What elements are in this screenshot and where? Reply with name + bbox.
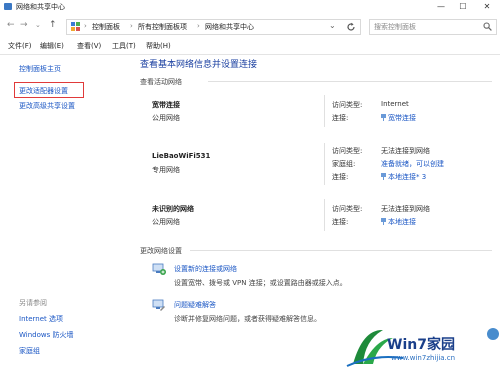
homegroup-link[interactable]: 准备就绪，可以创建	[381, 159, 444, 169]
task-new-connection-desc: 设置宽带、拨号或 VPN 连接；或设置路由器或接入点。	[174, 279, 347, 287]
watermark-url: www.win7zhijia.cn	[391, 354, 456, 362]
network-type: 公用网络	[152, 218, 180, 226]
access-type-label: 访问类型:	[332, 147, 363, 155]
menu-view[interactable]: 查看(V)	[77, 41, 101, 51]
connection-link[interactable]: 本地连接	[381, 217, 416, 227]
breadcrumb-network-center[interactable]: 网络和共享中心	[205, 22, 254, 32]
task-new-connection-link[interactable]: 设置新的连接或网络	[174, 264, 237, 274]
up-arrow-icon[interactable]: ↑	[49, 20, 57, 30]
sidebar-item-control-panel-home[interactable]: 控制面板主页	[19, 64, 61, 74]
recent-dropdown-icon[interactable]: ⌄	[35, 21, 41, 29]
see-also-label: 另请参阅	[19, 299, 47, 307]
watermark: Win7家园 www.win7zhijia.cn	[343, 324, 500, 370]
network-center-icon	[4, 3, 12, 10]
network-divider	[324, 95, 325, 127]
task-troubleshoot-link[interactable]: 问题疑难解答	[174, 300, 216, 310]
connection-value[interactable]: 宽带连接	[388, 114, 416, 122]
close-button[interactable]: ✕	[476, 0, 498, 14]
access-type-label: 访问类型:	[332, 101, 363, 109]
breadcrumb-all-items[interactable]: 所有控制面板项	[138, 22, 187, 32]
address-dropdown-icon[interactable]: ⌄	[329, 21, 336, 30]
network-type: 专用网络	[152, 166, 180, 174]
network-type: 公用网络	[152, 114, 180, 122]
menu-edit[interactable]: 编辑(E)	[40, 41, 64, 51]
connection-label: 连接:	[332, 173, 349, 181]
change-settings-label: 更改网络设置	[140, 247, 182, 255]
forward-arrow-icon[interactable]: →	[20, 20, 28, 30]
troubleshoot-icon	[152, 299, 165, 311]
network-name: 宽带连接	[152, 101, 180, 109]
divider	[0, 54, 500, 55]
breadcrumb-control-panel[interactable]: 控制面板	[92, 22, 120, 32]
new-connection-icon	[152, 263, 166, 275]
access-type-value: 无法连接到网络	[381, 205, 430, 213]
page-title: 查看基本网络信息并设置连接	[140, 60, 258, 70]
menu-help[interactable]: 帮助(H)	[146, 41, 171, 51]
breadcrumb-separator: ›	[130, 22, 133, 30]
title-bar: 网络和共享中心 — ☐ ✕	[0, 0, 500, 14]
menu-tools[interactable]: 工具(T)	[112, 41, 136, 51]
refresh-icon[interactable]	[346, 22, 356, 32]
section-divider	[208, 81, 492, 82]
connection-link[interactable]: 本地连接* 3	[381, 172, 426, 182]
section-divider	[190, 250, 492, 251]
breadcrumb-separator: ›	[197, 22, 200, 30]
connection-icon	[381, 218, 386, 225]
access-type-value: Internet	[381, 100, 409, 108]
address-bar[interactable]: › 控制面板 › 所有控制面板项 › 网络和共享中心 ⌄	[66, 19, 361, 35]
breadcrumb-separator: ›	[84, 22, 87, 30]
see-also-firewall[interactable]: Windows 防火墙	[19, 330, 73, 340]
menu-bar: 文件(F) 编辑(E) 查看(V) 工具(T) 帮助(H)	[0, 38, 500, 52]
network-divider	[324, 199, 325, 231]
address-row: ← → ⌄ ↑ › 控制面板 › 所有控制面板项 › 网络和共享中心 ⌄	[0, 16, 500, 36]
network-name: LieBaoWiFi531	[152, 152, 211, 160]
minimize-button[interactable]: —	[430, 0, 452, 14]
connection-icon	[381, 114, 386, 121]
connection-value[interactable]: 本地连接* 3	[388, 173, 426, 181]
maximize-button[interactable]: ☐	[452, 0, 474, 14]
search-box[interactable]	[369, 19, 497, 35]
window-title: 网络和共享中心	[16, 3, 65, 11]
control-panel-icon	[71, 22, 80, 31]
search-input[interactable]	[370, 20, 478, 34]
sidebar-item-change-adapter[interactable]: 更改适配器设置	[19, 86, 68, 96]
sidebar-item-advanced-sharing[interactable]: 更改高级共享设置	[19, 101, 75, 111]
access-type-label: 访问类型:	[332, 205, 363, 213]
connection-label: 连接:	[332, 218, 349, 226]
connection-label: 连接:	[332, 114, 349, 122]
search-icon[interactable]	[483, 22, 492, 31]
connection-value[interactable]: 本地连接	[388, 218, 416, 226]
see-also-internet-options[interactable]: Internet 选项	[19, 314, 63, 324]
watermark-text: Win7家园	[387, 337, 455, 353]
access-type-value: 无法连接到网络	[381, 147, 430, 155]
connection-icon	[381, 173, 386, 180]
active-networks-label: 查看活动网络	[140, 78, 182, 86]
back-arrow-icon[interactable]: ←	[7, 20, 15, 30]
network-name: 未识别的网络	[152, 205, 194, 213]
homegroup-label: 家庭组:	[332, 160, 356, 168]
task-troubleshoot-desc: 诊断并修复网络问题，或者获得疑难解答信息。	[174, 315, 321, 323]
menu-file[interactable]: 文件(F)	[8, 41, 32, 51]
see-also-homegroup[interactable]: 家庭组	[19, 346, 40, 356]
connection-link[interactable]: 宽带连接	[381, 113, 416, 123]
network-divider	[324, 143, 325, 185]
